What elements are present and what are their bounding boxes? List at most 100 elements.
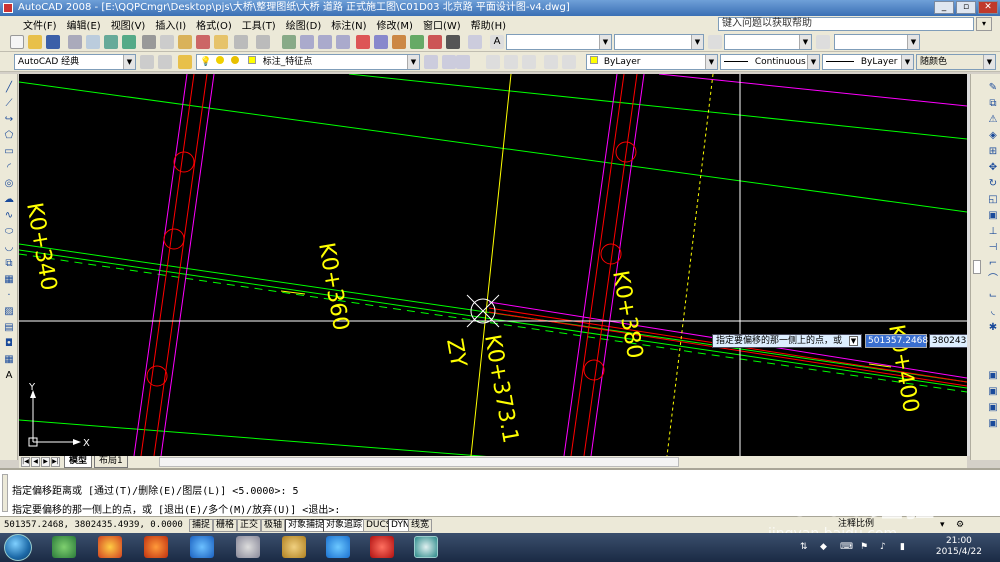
menu-dimension[interactable]: 标注(N)	[326, 17, 371, 32]
ortho-toggle[interactable]: 正交	[237, 519, 262, 532]
make-block-icon[interactable]: ▦	[3, 274, 15, 286]
fillet-icon[interactable]: ◟	[987, 306, 999, 318]
taskbar-clock[interactable]: 21:00 2015/4/22	[936, 536, 982, 558]
text-style-icon[interactable]: A	[490, 35, 504, 49]
taskbar-app-player-icon[interactable]	[326, 536, 350, 558]
undo-icon[interactable]	[234, 35, 248, 49]
stretch-icon[interactable]: ▣	[987, 210, 999, 222]
horizontal-scrollbar[interactable]	[159, 457, 679, 467]
tray-ime-icon[interactable]: ⌨	[840, 542, 853, 552]
help-search-icon[interactable]: ▾	[976, 17, 992, 31]
construction-line-icon[interactable]: ⟋	[3, 98, 15, 110]
annotation-scale-label[interactable]: 注释比例	[836, 519, 876, 532]
calculator-icon[interactable]	[446, 35, 460, 49]
redo-icon[interactable]	[256, 35, 270, 49]
design-center-icon[interactable]	[374, 35, 388, 49]
mirror-icon[interactable]: ⚠	[987, 114, 999, 126]
menu-window[interactable]: 窗口(W)	[418, 17, 466, 32]
status-tray-icon[interactable]: ▾	[940, 520, 945, 530]
tab-model[interactable]: 模型	[64, 456, 93, 468]
move-icon[interactable]: ✥	[987, 162, 999, 174]
spline-icon[interactable]: ∿	[3, 210, 15, 222]
menu-modify[interactable]: 修改(M)	[372, 17, 418, 32]
style-icon-1[interactable]	[486, 55, 500, 69]
tab-prev-icon[interactable]: ◀	[31, 457, 40, 467]
lineweight-toggle[interactable]: 线宽	[408, 519, 433, 532]
publish-icon[interactable]	[104, 35, 118, 49]
pan-icon[interactable]	[282, 35, 296, 49]
ellipse-arc-icon[interactable]: ◡	[3, 242, 15, 254]
zoom-realtime-icon[interactable]	[300, 35, 314, 49]
help-search-input[interactable]: 键入问题以获取帮助	[718, 17, 974, 31]
array-icon[interactable]: ⊞	[987, 146, 999, 158]
menu-tools[interactable]: 工具(T)	[237, 17, 281, 32]
open-file-icon[interactable]	[28, 35, 42, 49]
taskbar-app-explorer-icon[interactable]	[282, 536, 306, 558]
help-icon[interactable]	[468, 35, 482, 49]
draworder-icon-3[interactable]: ▣	[987, 402, 999, 414]
draworder-icon-1[interactable]: ▣	[987, 370, 999, 382]
cut-icon[interactable]	[142, 35, 156, 49]
menu-insert[interactable]: 插入(I)	[150, 17, 191, 32]
command-prompt-line[interactable]: 指定要偏移的那一侧上的点，或 [退出(E)/多个(M)/放弃(U)] <退出>:	[12, 501, 340, 516]
workspace-select[interactable]: AutoCAD 经典 ▼	[14, 54, 136, 70]
snap-toggle[interactable]: 捕捉	[189, 519, 214, 532]
menu-view[interactable]: 视图(V)	[106, 17, 151, 32]
drawing-canvas[interactable]: K0+340 K0+360 ZY K0+373.1 K0+380 K0+400 …	[19, 74, 967, 456]
workspace-switch-icon[interactable]: ⚙	[956, 520, 964, 530]
layer-state-icon[interactable]	[456, 55, 470, 69]
rectangle-icon[interactable]: ▭	[3, 146, 15, 158]
circle-icon[interactable]: ◎	[3, 178, 15, 190]
save-icon[interactable]	[46, 35, 60, 49]
tray-volume-icon[interactable]: ♪	[880, 542, 886, 552]
dim-style-select[interactable]: ▼	[614, 34, 704, 50]
taskbar-app-browser-icon[interactable]	[52, 536, 76, 558]
draworder-icon-2[interactable]: ▣	[987, 386, 999, 398]
polar-toggle[interactable]: 极轴	[261, 519, 286, 532]
dyn-y-input[interactable]: 3802435.4939	[929, 334, 967, 348]
osnap-toggle[interactable]: 对象捕捉	[285, 519, 328, 532]
arc-icon[interactable]: ◜	[3, 162, 15, 174]
sheet-set-icon[interactable]	[410, 35, 424, 49]
coordinate-readout[interactable]: 501357.2468, 3802435.4939, 0.0000	[4, 520, 183, 530]
tray-network-icon[interactable]: ⇅	[800, 542, 808, 552]
side-scroll-thumb[interactable]	[973, 260, 981, 274]
offset-icon[interactable]: ◈	[987, 130, 999, 142]
style-icon-3[interactable]	[522, 55, 536, 69]
vertical-scrollbar[interactable]	[967, 74, 970, 456]
extend-icon[interactable]: ⊣	[987, 242, 999, 254]
dyn-options-icon[interactable]: ▼	[849, 336, 858, 346]
markup-icon[interactable]	[428, 35, 442, 49]
hatch-icon[interactable]: ▨	[3, 306, 15, 318]
scale-icon[interactable]: ◱	[987, 194, 999, 206]
erase-icon[interactable]: ✎	[987, 82, 999, 94]
layer-select[interactable]: 💡 标注_特征点 ▼	[196, 54, 420, 70]
tray-battery-icon[interactable]: ▮	[900, 542, 905, 552]
table-style-select[interactable]: ▼	[724, 34, 812, 50]
workspace-settings-icon[interactable]	[140, 55, 154, 69]
trim-icon[interactable]: ⊥	[987, 226, 999, 238]
taskbar-app-cow-icon[interactable]	[370, 536, 394, 558]
plot-preview-icon[interactable]	[86, 35, 100, 49]
copy-icon[interactable]	[160, 35, 174, 49]
otrack-toggle[interactable]: 对象追踪	[323, 519, 366, 532]
zoom-window-icon[interactable]	[318, 35, 332, 49]
style-icon-5[interactable]	[562, 55, 576, 69]
multiline-text-icon[interactable]: A	[3, 370, 15, 382]
text-style-select[interactable]: ▼	[506, 34, 612, 50]
autocad-app-icon[interactable]	[3, 3, 13, 13]
insert-block-icon[interactable]: ⧉	[3, 258, 15, 270]
menu-file[interactable]: 文件(F)	[18, 17, 62, 32]
new-file-icon[interactable]	[10, 35, 24, 49]
tab-last-icon[interactable]: ▶|	[51, 457, 60, 467]
region-icon[interactable]: ◘	[3, 338, 15, 350]
taskbar-app-autocad-icon[interactable]	[414, 536, 438, 558]
paste-icon[interactable]	[178, 35, 192, 49]
match-properties-icon[interactable]	[196, 35, 210, 49]
break-icon[interactable]: ⌐	[987, 258, 999, 270]
3d-dwf-icon[interactable]	[122, 35, 136, 49]
plot-icon[interactable]	[68, 35, 82, 49]
tab-next-icon[interactable]: ▶	[41, 457, 50, 467]
tab-first-icon[interactable]: |◀	[21, 457, 30, 467]
workspace-save-icon[interactable]	[158, 55, 172, 69]
